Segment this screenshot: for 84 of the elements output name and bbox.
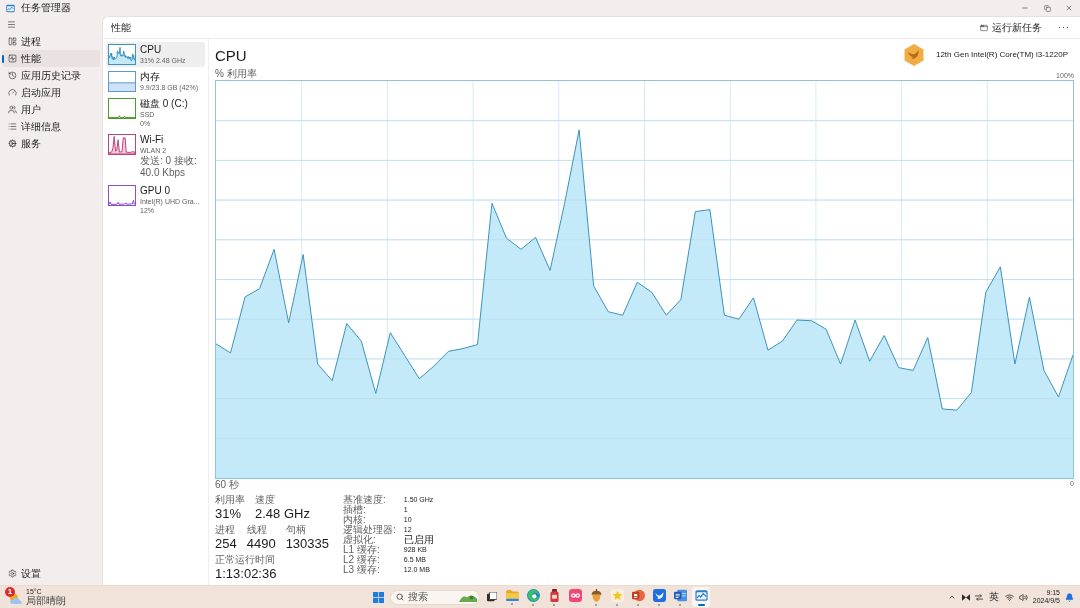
stat-value: 4490 <box>246 536 276 551</box>
sidebar-item[interactable]: 详细信息 <box>2 118 100 135</box>
weather-condition: 局部晴朗 <box>26 596 66 606</box>
swirl-icon <box>526 588 540 602</box>
more-button[interactable]: ··· <box>1054 19 1074 36</box>
spec-label: L1 缓存: <box>343 545 381 555</box>
stat-label: 句柄 <box>285 524 307 536</box>
bottle-icon <box>547 588 561 602</box>
cog-icon <box>8 139 17 148</box>
stat-label: 利用率 <box>215 494 245 506</box>
folder-icon <box>505 589 519 601</box>
window-title: 任务管理器 <box>21 3 71 13</box>
sun-cloud-icon <box>9 592 22 604</box>
stat-label: 正常运行时间 <box>215 554 276 566</box>
window-icon <box>980 23 988 32</box>
device-name: GPU 0 <box>140 185 171 197</box>
stat-label: 进程 <box>215 524 236 536</box>
restore-icon <box>1043 4 1051 12</box>
stat-value: 254 <box>215 536 237 551</box>
device-name: 内存 <box>140 71 161 83</box>
chart-window-icon <box>694 588 708 602</box>
run-new-task-button[interactable]: 运行新任务 <box>976 19 1046 36</box>
stat-label: 速度 <box>255 494 276 506</box>
slides-icon <box>631 588 645 602</box>
history-icon <box>8 71 17 80</box>
spec-value: 已启用 <box>403 535 434 545</box>
acorn-icon <box>589 588 603 602</box>
device-name: 磁盘 0 (C:) <box>140 98 188 110</box>
windows-logo-icon <box>373 591 384 603</box>
spec-label: 内核: <box>343 515 366 525</box>
stat-value: 1:13:02:36 <box>215 566 277 581</box>
spec-label: L3 缓存: <box>343 565 381 575</box>
search-icon <box>396 593 404 601</box>
minimize-icon <box>1021 4 1029 12</box>
bowtie-icon[interactable] <box>961 593 970 601</box>
chevron-up-icon <box>947 593 956 601</box>
arrows-icon[interactable] <box>974 593 983 601</box>
hexagon-bird-icon <box>903 44 924 66</box>
bell-icon <box>1065 592 1074 602</box>
graph-axis-label: % 利用率 <box>215 68 257 80</box>
sidebar-item[interactable]: 性能 <box>2 50 100 67</box>
list-icon <box>8 122 17 131</box>
spec-label: 插槽: <box>343 505 366 515</box>
sidebar-item[interactable]: 用户 <box>2 101 100 118</box>
spec-label: 基准速度: <box>343 495 387 505</box>
wifi-icon <box>1004 592 1014 602</box>
stat-value: 130335 <box>285 536 329 551</box>
page-title: 性能 <box>111 22 131 33</box>
selection-indicator <box>2 54 4 63</box>
sidebar-item[interactable]: 启动应用 <box>2 84 100 101</box>
alert-count: 1 <box>5 586 15 597</box>
app-logo-icon <box>6 3 15 13</box>
sidebar-item[interactable]: 服务 <box>2 135 100 152</box>
spec-label: 虚拟化: <box>343 535 377 545</box>
stat-value: 2.48 GHz <box>255 506 310 521</box>
stat-value: 31% <box>215 506 243 521</box>
sidebar-item[interactable]: 应用历史记录 <box>2 67 100 84</box>
volume-icon <box>1018 592 1028 602</box>
close-icon <box>1065 4 1073 12</box>
device-name: Wi-Fi <box>140 134 165 146</box>
spec-label: 逻辑处理器: <box>343 525 396 535</box>
gauge-icon <box>8 88 17 97</box>
users-icon <box>8 105 17 114</box>
device-name: CPU <box>140 44 163 56</box>
loop-tile-icon <box>568 588 582 602</box>
stat-label: 线程 <box>246 524 268 536</box>
panel-icon <box>8 37 17 46</box>
settings-button[interactable]: 设置 <box>2 565 100 582</box>
document-icon <box>673 588 687 602</box>
search-button[interactable]: 搜索 <box>390 589 480 605</box>
spec-label: L2 缓存: <box>343 555 381 565</box>
graph-axis-label: 60 秒 <box>215 479 239 491</box>
star-tile-icon <box>610 588 624 602</box>
activity-icon <box>8 54 17 63</box>
task-view-icon <box>486 592 497 602</box>
settings-icon <box>8 569 17 578</box>
input-method-button[interactable]: 英 <box>987 592 1000 602</box>
processor-name: 12th Gen Intel(R) Core(TM) i3-1220P <box>935 51 1068 59</box>
bird-tile-icon <box>652 588 666 602</box>
taskbar-app-button[interactable] <box>692 587 710 607</box>
device-detail: 发送: 0 接收: 40.0 Kbps <box>140 155 198 179</box>
sidebar-item[interactable]: 进程 <box>2 33 100 50</box>
menu-icon <box>6 20 16 29</box>
cpu-heading: CPU <box>215 47 247 63</box>
